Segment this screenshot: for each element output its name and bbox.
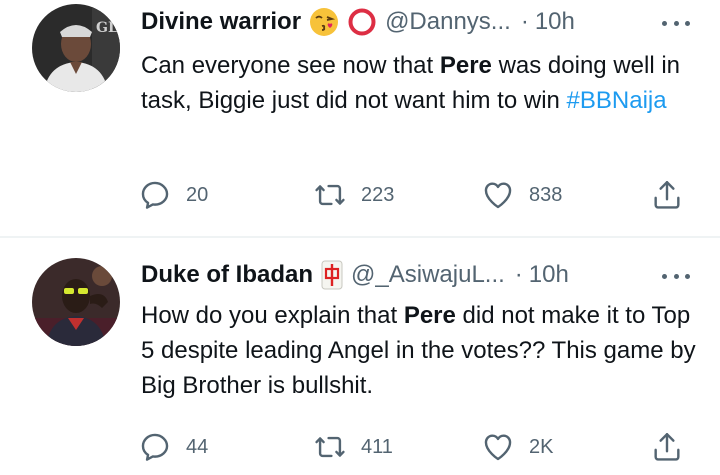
share-icon — [650, 430, 684, 464]
hashtag-link[interactable]: #BBNaija — [567, 87, 667, 114]
avatar[interactable] — [32, 258, 120, 346]
display-name[interactable]: Duke of Ibadan — [141, 261, 313, 289]
user-handle[interactable]: @_AsiwajuL... — [351, 261, 505, 289]
reply-button[interactable]: 44 — [138, 430, 208, 464]
like-button[interactable]: 838 — [481, 178, 562, 212]
heart-icon — [481, 178, 515, 212]
retweet-icon — [313, 430, 347, 464]
retweet-icon — [313, 178, 347, 212]
separator-dot: · — [514, 261, 523, 288]
separator-dot: · — [520, 8, 529, 35]
tweet[interactable]: Duke of Ibadan @_AsiwajuL... · 10h How d… — [0, 238, 720, 475]
red-circle-icon — [347, 7, 377, 37]
timestamp[interactable]: 10h — [535, 8, 575, 36]
tweet-header: Duke of Ibadan @_AsiwajuL... · 10h — [141, 258, 569, 292]
reply-icon — [138, 430, 172, 464]
reply-count: 44 — [186, 435, 209, 458]
heart-icon — [481, 430, 515, 464]
like-button[interactable]: 2K — [481, 430, 553, 464]
like-count: 838 — [529, 183, 563, 206]
share-icon — [650, 178, 684, 212]
user-handle[interactable]: @Dannys... — [385, 8, 511, 36]
timestamp[interactable]: 10h — [529, 261, 569, 289]
face-blowing-kiss-icon — [309, 7, 339, 37]
retweet-count: 223 — [361, 183, 395, 206]
svg-text:G: G — [96, 20, 108, 36]
tweet[interactable]: G L Divine warrior @Dannys... · 10h Can … — [0, 0, 720, 237]
mahjong-red-dragon-icon — [321, 260, 343, 290]
share-button[interactable] — [650, 178, 684, 212]
share-button[interactable] — [650, 430, 684, 464]
avatar[interactable]: G L — [32, 4, 120, 92]
reply-button[interactable]: 20 — [138, 178, 208, 212]
more-options-icon[interactable] — [662, 13, 690, 33]
retweet-count: 411 — [361, 435, 393, 458]
tweet-header: Divine warrior @Dannys... · 10h — [141, 5, 575, 39]
tweet-text: Can everyone see now that Pere was doing… — [141, 52, 681, 114]
retweet-button[interactable]: 411 — [313, 430, 393, 464]
reply-count: 20 — [186, 183, 209, 206]
svg-text:L: L — [108, 20, 118, 36]
tweet-text: How do you explain that Pere did not mak… — [141, 302, 696, 399]
display-name[interactable]: Divine warrior — [141, 8, 301, 36]
retweet-button[interactable]: 223 — [313, 178, 394, 212]
reply-icon — [138, 178, 172, 212]
more-options-icon[interactable] — [662, 266, 690, 286]
like-count: 2K — [529, 435, 554, 458]
